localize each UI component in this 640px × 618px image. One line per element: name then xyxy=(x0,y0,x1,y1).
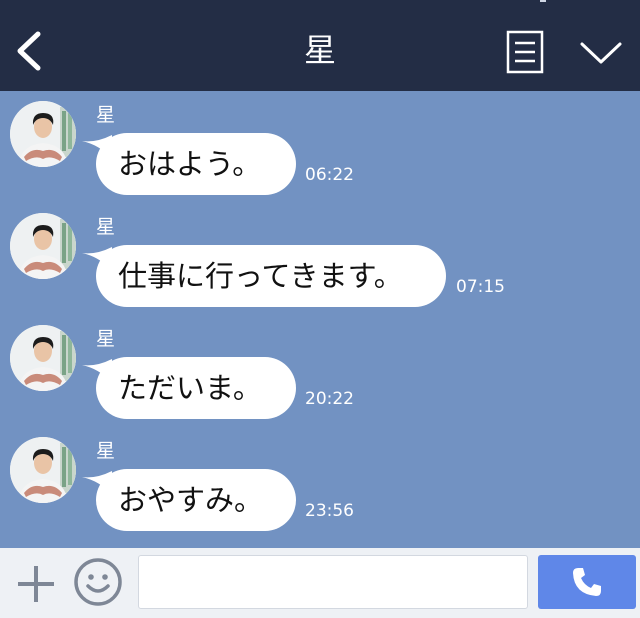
emoji-button[interactable] xyxy=(72,556,124,608)
avatar[interactable] xyxy=(10,437,76,503)
call-button[interactable] xyxy=(538,555,636,609)
phone-icon xyxy=(573,568,601,596)
smiley-icon xyxy=(74,558,122,606)
sender-name: 星 xyxy=(96,216,116,238)
message-bubble[interactable]: 仕事に行ってきます。 xyxy=(96,245,446,307)
message-row: 星 仕事に行ってきます。 07:15 xyxy=(0,203,640,315)
sender-name: 星 xyxy=(96,328,116,350)
chat-header: 星 xyxy=(0,0,640,91)
message-time: 23:56 xyxy=(305,501,354,521)
message-input[interactable] xyxy=(138,555,528,609)
avatar[interactable] xyxy=(10,325,76,391)
plus-icon xyxy=(18,566,54,602)
chevron-down-icon xyxy=(580,42,622,64)
add-button[interactable] xyxy=(14,562,58,606)
avatar-image-icon xyxy=(10,325,76,391)
message-bubble[interactable]: おやすみ。 xyxy=(96,469,296,531)
message-row: 星 おやすみ。 23:56 xyxy=(0,427,640,539)
avatar-image-icon xyxy=(10,213,76,279)
message-time: 07:15 xyxy=(456,277,505,297)
chat-title: 星 xyxy=(303,31,336,69)
sender-name: 星 xyxy=(96,104,116,126)
avatar-image-icon xyxy=(10,437,76,503)
message-row: 星 おはよう。 06:22 xyxy=(0,91,640,203)
expand-button[interactable] xyxy=(578,38,624,68)
message-time: 20:22 xyxy=(305,389,354,409)
message-row: 星 ただいま。 20:22 xyxy=(0,315,640,427)
avatar-image-icon xyxy=(10,101,76,167)
message-bubble[interactable]: ただいま。 xyxy=(96,357,296,419)
avatar[interactable] xyxy=(10,213,76,279)
message-composer xyxy=(0,548,640,618)
status-indicator xyxy=(540,0,546,2)
chat-area[interactable]: 星 おはよう。 06:22 星 仕事に行ってきます。 07:15 星 ただいま。… xyxy=(0,91,640,548)
avatar[interactable] xyxy=(10,101,76,167)
menu-button[interactable] xyxy=(506,30,544,74)
menu-lines-icon xyxy=(506,30,544,74)
message-bubble[interactable]: おはよう。 xyxy=(96,133,296,195)
sender-name: 星 xyxy=(96,440,116,462)
message-time: 06:22 xyxy=(305,165,354,185)
